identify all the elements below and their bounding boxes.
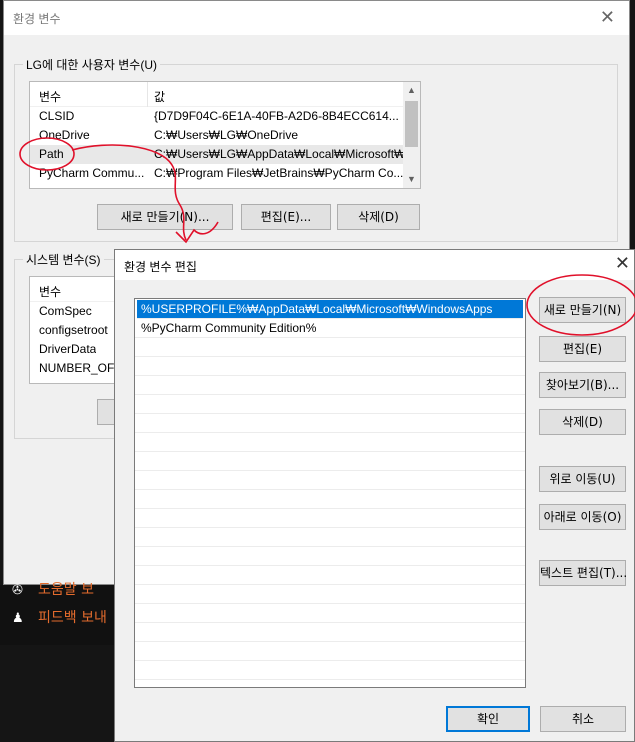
list-item[interactable] [135, 661, 525, 680]
list-item[interactable] [135, 623, 525, 642]
edit-title: 환경 변수 편집 [124, 260, 197, 274]
sys-vars-label: 시스템 변수(S) [23, 251, 104, 268]
list-item[interactable]: %USERPROFILE%₩AppData₩Local₩Microsoft₩Wi… [137, 300, 523, 319]
table-row[interactable]: Path C:₩Users₩LG₩AppData₩Local₩Microsoft… [30, 145, 420, 164]
list-item[interactable] [135, 604, 525, 623]
edit-path-button[interactable]: 편집(E) [539, 336, 626, 362]
delete-path-button[interactable]: 삭제(D) [539, 409, 626, 435]
column-header-variable[interactable]: 변수 [39, 88, 61, 105]
row-name: DriverData [39, 342, 97, 356]
row-value: {D7D9F04C-6E1A-40FB-A2D6-8B4ECC614... [154, 109, 399, 123]
row-value: C:₩Program Files₩JetBrains₩PyCharm Co... [154, 166, 404, 180]
help-icon: ✇ [12, 583, 23, 598]
path-entry: %USERPROFILE%₩AppData₩Local₩Microsoft₩Wi… [141, 302, 493, 316]
env-vars-title: 환경 변수 [13, 12, 61, 26]
list-item[interactable] [135, 490, 525, 509]
help-label: 도움말 보 [38, 582, 94, 598]
table-row[interactable]: CLSID {D7D9F04C-6E1A-40FB-A2D6-8B4ECC614… [30, 107, 420, 126]
env-vars-titlebar: 환경 변수 ✕ [4, 1, 629, 35]
feedback-label: 피드백 보내 [38, 610, 107, 626]
list-item[interactable] [135, 357, 525, 376]
row-name: CLSID [39, 109, 75, 123]
user-vars-label: LG에 대한 사용자 변수(U) [23, 56, 160, 73]
new-path-button[interactable]: 새로 만들기(N) [539, 297, 626, 323]
user-new-button[interactable]: 새로 만들기(N)... [97, 204, 233, 230]
feedback-icon: ♟ [12, 611, 24, 626]
scroll-up-icon[interactable]: ▲ [403, 82, 420, 99]
user-edit-button[interactable]: 편집(E)... [241, 204, 331, 230]
table-row[interactable]: PyCharm Commu... C:₩Program Files₩JetBra… [30, 164, 420, 183]
user-vars-header: 변수 값 [30, 82, 420, 107]
list-item[interactable] [135, 547, 525, 566]
edit-env-var-dialog: 환경 변수 편집 ✕ %USERPROFILE%₩AppData₩Local₩M… [114, 249, 635, 742]
list-item[interactable] [135, 528, 525, 547]
column-header-value[interactable]: 값 [154, 88, 165, 105]
scroll-thumb[interactable] [405, 101, 418, 147]
browse-button[interactable]: 찾아보기(B)... [539, 372, 626, 398]
list-item[interactable] [135, 452, 525, 471]
close-icon[interactable]: ✕ [615, 253, 630, 274]
list-item[interactable] [135, 395, 525, 414]
edit-titlebar: 환경 변수 편집 ✕ [115, 250, 634, 280]
list-item[interactable] [135, 338, 525, 357]
row-name: ComSpec [39, 304, 92, 318]
row-name: OneDrive [39, 128, 90, 142]
user-vars-list[interactable]: 변수 값 CLSID {D7D9F04C-6E1A-40FB-A2D6-8B4E… [29, 81, 421, 189]
edit-text-button[interactable]: 텍스트 편집(T)... [539, 560, 627, 586]
list-item[interactable] [135, 509, 525, 528]
feedback-link[interactable]: ♟ 피드백 보내 [12, 607, 107, 627]
list-item[interactable]: %PyCharm Community Edition% [135, 319, 525, 338]
path-list[interactable]: %USERPROFILE%₩AppData₩Local₩Microsoft₩Wi… [134, 298, 526, 688]
list-item[interactable] [135, 471, 525, 490]
cancel-button[interactable]: 취소 [540, 706, 626, 732]
row-name: Path [39, 147, 64, 161]
list-item[interactable] [135, 566, 525, 585]
row-value: C:₩Users₩LG₩OneDrive [154, 128, 299, 142]
row-value: C:₩Users₩LG₩AppData₩Local₩Microsoft₩... [154, 147, 404, 161]
list-item[interactable] [135, 585, 525, 604]
settings-feedback-panel: ✇ 도움말 보 ♟ 피드백 보내 [0, 582, 117, 645]
list-item[interactable] [135, 376, 525, 395]
row-name: PyCharm Commu... [39, 166, 145, 180]
list-item[interactable] [135, 642, 525, 661]
scroll-down-icon[interactable]: ▼ [403, 171, 420, 188]
help-link[interactable]: ✇ 도움말 보 [12, 579, 94, 599]
close-icon[interactable]: ✕ [600, 7, 615, 28]
list-item[interactable] [135, 433, 525, 452]
move-up-button[interactable]: 위로 이동(U) [539, 466, 626, 492]
column-header-variable[interactable]: 변수 [39, 283, 61, 300]
user-delete-button[interactable]: 삭제(D) [337, 204, 420, 230]
user-vars-scrollbar[interactable]: ▲ ▼ [403, 82, 420, 188]
path-entry: %PyCharm Community Edition% [141, 321, 317, 335]
table-row[interactable]: OneDrive C:₩Users₩LG₩OneDrive [30, 126, 420, 145]
move-down-button[interactable]: 아래로 이동(O) [539, 504, 626, 530]
row-name: configsetroot [39, 323, 108, 337]
ok-button[interactable]: 확인 [446, 706, 530, 732]
list-item[interactable] [135, 414, 525, 433]
